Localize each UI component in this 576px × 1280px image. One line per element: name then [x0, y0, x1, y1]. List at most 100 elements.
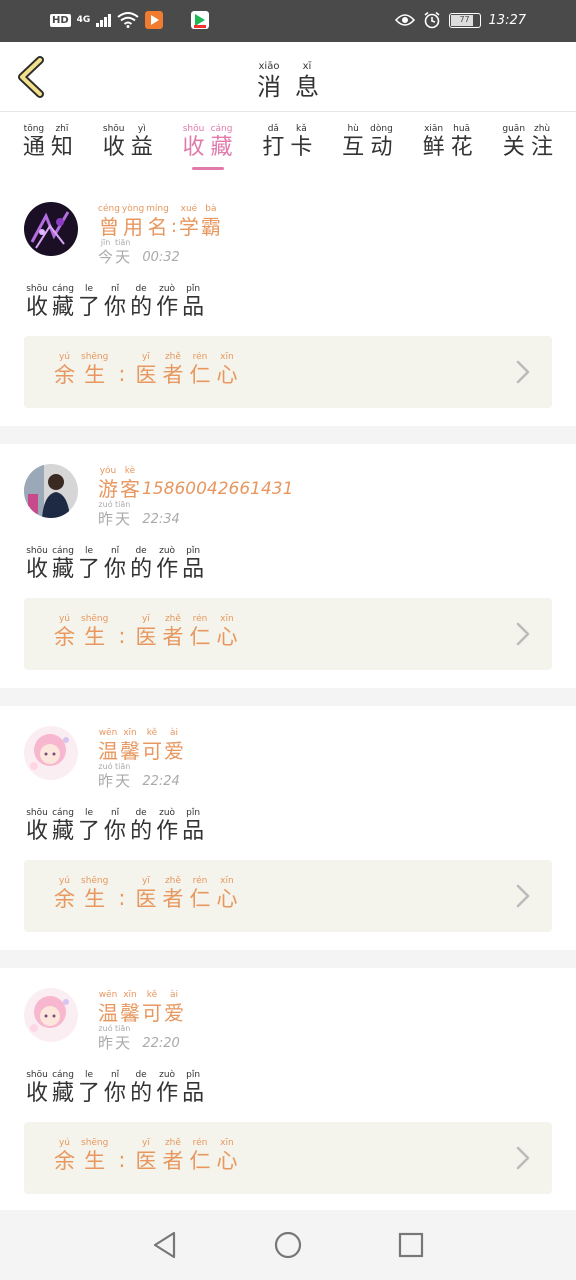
pinyin-annotation: céng	[98, 204, 120, 214]
pinyin-char: le 了	[78, 284, 100, 319]
pinyin-annotation: nǐ	[110, 284, 120, 294]
tab-2[interactable]: shōu 收 cáng 藏	[183, 112, 233, 182]
pinyin-annotation: xīn	[220, 876, 234, 886]
tab-label: xiān 鲜 huā 花	[423, 124, 473, 159]
pinyin-annotation: nǐ	[110, 546, 120, 556]
pinyin-char: yòng 用	[122, 204, 144, 237]
pinyin-char: xiāo 消	[257, 61, 281, 99]
pinyin-char: tiān 天	[115, 500, 130, 527]
username[interactable]: wēn 温 xīn 馨 kě 可 ài 爱	[98, 990, 184, 1023]
pinyin-annotation: xīn	[220, 352, 234, 362]
notification-card[interactable]: céng 曾 yòng 用 míng 名: xué 学 bà 霸 jīn 今 tiān 天 00:32 shō…	[0, 182, 576, 426]
hanzi-char: 馨	[120, 739, 140, 763]
pinyin-char: céng 曾	[98, 204, 120, 237]
pinyin-annotation: rén	[192, 614, 208, 624]
pinyin-char: yī 医	[135, 1138, 156, 1172]
tab-label: hù 互 dòng 动	[342, 124, 393, 159]
work-link[interactable]: yú 余 shēng 生: yī 医 zhě 者 rén 仁 xīn 心	[24, 336, 552, 408]
separator-colon: :	[170, 216, 177, 237]
back-triangle-icon[interactable]	[150, 1230, 180, 1260]
hanzi-char: 品	[182, 295, 205, 320]
hanzi-char: 昨	[98, 772, 114, 790]
pinyin-annotation: zuó	[98, 762, 113, 771]
home-circle-icon[interactable]	[273, 1230, 303, 1260]
hanzi-char: 者	[162, 887, 184, 911]
chevron-right-icon	[516, 622, 530, 646]
work-link[interactable]: yú 余 shēng 生: yī 医 zhě 者 rén 仁 xīn 心	[24, 860, 552, 932]
hanzi-char: 仁	[189, 1149, 211, 1173]
hanzi-char: 作	[156, 557, 179, 582]
chevron-right-icon	[516, 1146, 530, 1170]
tab-3[interactable]: dǎ 打 kǎ 卡	[262, 112, 312, 182]
avatar[interactable]	[24, 202, 78, 256]
pinyin-char: xīn 馨	[120, 990, 140, 1023]
pinyin-annotation: pǐn	[186, 1070, 201, 1080]
hanzi-char: 曾	[98, 215, 119, 239]
tab-4[interactable]: hù 互 dòng 动	[342, 112, 393, 182]
page-title: xiāo 消 xī 息	[0, 54, 576, 99]
pinyin-char: de 的	[130, 284, 152, 319]
pinyin-char: míng 名	[146, 204, 169, 237]
tab-1[interactable]: shōu 收 yì 益	[103, 112, 153, 182]
notification-card[interactable]: yóu 游 kè 客 15860042661431 zuó 昨 tiān 天 22:34 shōu 收…	[0, 444, 576, 688]
pinyin-char: rén 仁	[189, 352, 210, 386]
pinyin-char: zuó 昨	[98, 762, 113, 789]
pinyin-char: zuó 昨	[98, 1024, 113, 1051]
pinyin-annotation: kě	[146, 990, 158, 1000]
pinyin-char: yú 余	[54, 1138, 75, 1172]
hanzi-char: 天	[115, 772, 131, 790]
pinyin-char: yī 医	[135, 876, 156, 910]
pinyin-char: shēng 生	[81, 1138, 108, 1172]
work-title: yú 余 shēng 生: yī 医 zhě 者 rén 仁 xīn 心	[54, 876, 237, 910]
hanzi-char: 生	[84, 1149, 106, 1173]
pinyin-char: shēng 生	[81, 876, 108, 910]
tab-0[interactable]: tōng 通 zhī 知	[23, 112, 73, 182]
avatar[interactable]	[24, 726, 78, 780]
hanzi-char: 仁	[189, 363, 211, 387]
hanzi-char: 用	[123, 215, 144, 239]
pinyin-annotation: tiān	[115, 500, 131, 509]
pinyin-char: kǎ 卡	[290, 124, 312, 159]
work-link[interactable]: yú 余 shēng 生: yī 医 zhě 者 rén 仁 xīn 心	[24, 598, 552, 670]
hanzi-char: 温	[98, 739, 118, 763]
timestamp: jīn 今 tiān 天 00:32	[98, 238, 180, 265]
notification-card[interactable]: wēn 温 xīn 馨 kě 可 ài 爱 zuó 昨 tiān 天 22:20 shōu 收 cáng 藏 le…	[0, 968, 576, 1212]
pinyin-annotation: xué	[180, 204, 198, 214]
pinyin-char: xué 学	[179, 204, 199, 237]
title-chars: xiāo 消 xī 息	[257, 61, 319, 99]
work-link[interactable]: yú 余 shēng 生: yī 医 zhě 者 rén 仁 xīn 心	[24, 1122, 552, 1194]
hanzi-char: 收	[26, 1081, 49, 1106]
username[interactable]: yóu 游 kè 客 15860042661431	[98, 466, 293, 499]
pinyin-char: xīn 心	[216, 1138, 237, 1172]
status-bar: HD 4G 77 13:27	[0, 0, 576, 42]
pinyin-char: tōng 通	[23, 124, 45, 159]
pinyin-annotation: shōu	[102, 124, 125, 134]
pinyin-annotation: yóu	[99, 466, 117, 476]
pinyin-annotation: cáng	[210, 124, 233, 134]
hanzi-char: 名	[147, 215, 168, 239]
pinyin-annotation: yī	[142, 876, 150, 886]
pinyin-annotation: xīn	[123, 990, 137, 1000]
username[interactable]: wēn 温 xīn 馨 kě 可 ài 爱	[98, 728, 184, 761]
tab-6[interactable]: guān 关 zhù 注	[502, 112, 553, 182]
hanzi-char: 心	[216, 363, 238, 387]
hanzi-char: 的	[130, 1081, 153, 1106]
username[interactable]: céng 曾 yòng 用 míng 名: xué 学 bà 霸	[98, 204, 221, 237]
notification-card[interactable]: wēn 温 xīn 馨 kě 可 ài 爱 zuó 昨 tiān 天 22:24 shōu 收 cáng 藏 le…	[0, 706, 576, 950]
hanzi-char: 生	[84, 887, 106, 911]
avatar[interactable]	[24, 988, 78, 1042]
hanzi-char: 品	[182, 1081, 205, 1106]
pinyin-annotation: zuó	[98, 500, 113, 509]
recents-square-icon[interactable]	[396, 1230, 426, 1260]
pinyin-char: yú 余	[54, 352, 75, 386]
pinyin-annotation: kǎ	[295, 124, 307, 134]
hanzi-char: 昨	[98, 510, 114, 528]
avatar[interactable]	[24, 464, 78, 518]
pinyin-char: dòng 动	[370, 124, 393, 159]
pinyin-char: tiān 天	[115, 1024, 130, 1051]
tab-5[interactable]: xiān 鲜 huā 花	[423, 112, 473, 182]
pinyin-char: nǐ 你	[104, 808, 126, 843]
time-value: 00:32	[142, 250, 180, 265]
pinyin-char: dǎ 打	[262, 124, 284, 159]
pinyin-char: rén 仁	[189, 876, 210, 910]
